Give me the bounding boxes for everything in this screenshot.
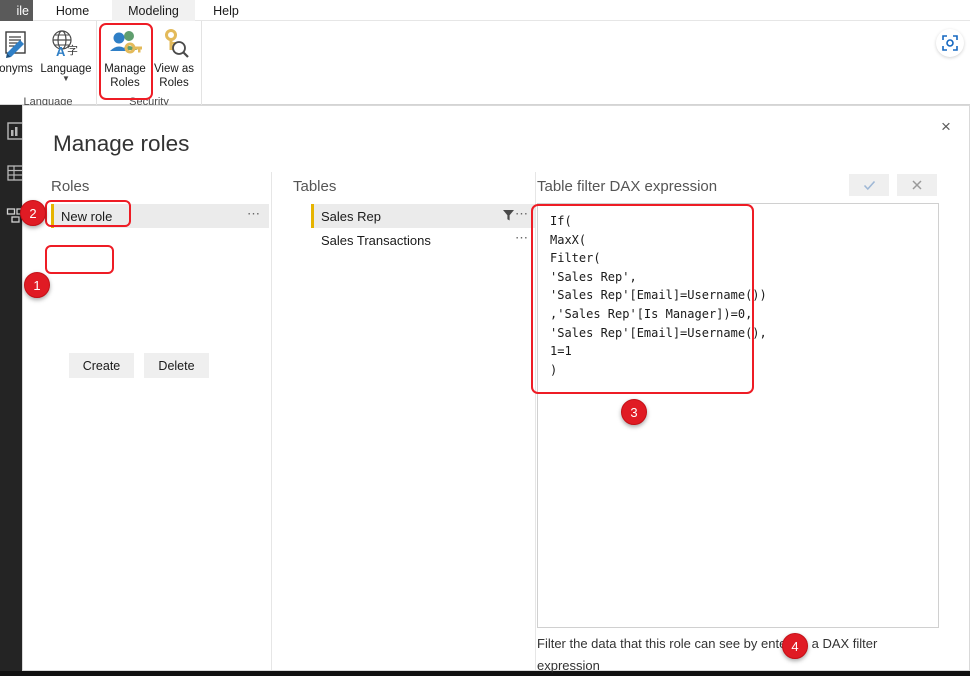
role-item-overflow-icon[interactable]: ⋯ <box>247 206 261 222</box>
table-item-overflow-icon[interactable]: ⋯ <box>515 206 529 222</box>
role-list-item[interactable]: New role ⋯ <box>51 204 269 228</box>
annotation-badge-3: 3 <box>621 399 647 425</box>
annotation-badge-1: 1 <box>24 272 50 298</box>
dax-accept-button[interactable] <box>849 174 889 196</box>
ribbon-button-manage-roles-label-line2: Roles <box>110 77 140 89</box>
ribbon-button-language[interactable]: A 字 Language ▼ <box>40 26 92 98</box>
tab-file[interactable]: ile <box>0 0 33 21</box>
power-bi-window: ile Home Modeling Help Language Security <box>0 0 970 676</box>
ribbon-button-manage-roles[interactable]: Manage Roles <box>100 26 150 98</box>
ribbon-body: Language Security onyms A 字 Language ▼ M… <box>0 21 970 108</box>
table-item-label: Sales Transactions <box>321 232 431 248</box>
dax-help-text: Filter the data that this role can see b… <box>537 633 937 676</box>
roles-column-header: Roles <box>51 178 90 195</box>
ribbon-button-manage-roles-label-line1: Manage <box>104 63 146 75</box>
view-as-roles-icon <box>158 26 190 62</box>
dax-reject-button[interactable] <box>897 174 937 196</box>
filter-funnel-icon[interactable] <box>502 209 515 225</box>
svg-text:字: 字 <box>67 43 78 57</box>
dax-column-header: Table filter DAX expression <box>537 178 718 195</box>
annotation-badge-4: 4 <box>782 633 808 659</box>
tables-column-header: Tables <box>293 178 337 195</box>
dax-expression-editor[interactable]: If( MaxX( Filter( 'Sales Rep', 'Sales Re… <box>537 203 939 628</box>
role-item-label: New role <box>61 208 113 224</box>
table-list-item[interactable]: Sales Transactions ⋯ <box>311 228 535 252</box>
ribbon-tab-bar: ile Home Modeling Help <box>0 0 970 21</box>
tab-help[interactable]: Help <box>195 0 257 21</box>
dialog-title: Manage roles <box>53 131 190 156</box>
tab-home[interactable]: Home <box>33 0 112 21</box>
ribbon-button-synonyms-label: onyms <box>0 63 33 75</box>
manage-roles-dialog: × Manage roles Roles New role ⋯ Create D… <box>22 105 970 673</box>
column-divider-roles-tables <box>271 172 272 670</box>
table-list-item[interactable]: Sales Rep ⋯ <box>311 204 535 228</box>
annotation-badge-2: 2 <box>20 200 46 226</box>
ribbon-button-view-as-roles[interactable]: View as Roles <box>150 26 198 98</box>
manage-roles-icon <box>108 26 142 62</box>
snip-capture-icon[interactable] <box>936 29 964 57</box>
language-globe-icon: A 字 <box>50 26 82 62</box>
role-selected-accent <box>51 204 54 228</box>
delete-role-button[interactable]: Delete <box>144 353 209 378</box>
dax-help-line-1: Filter the data that this role can see b… <box>537 636 878 673</box>
create-role-button[interactable]: Create <box>69 353 134 378</box>
table-item-label: Sales Rep <box>321 208 381 224</box>
svg-text:A: A <box>56 44 66 59</box>
chevron-down-icon[interactable]: ▼ <box>62 75 70 83</box>
table-selected-accent <box>311 204 314 228</box>
synonyms-icon <box>1 26 31 62</box>
ribbon-button-view-as-roles-label-line2: Roles <box>159 77 189 89</box>
column-divider-tables-dax <box>535 172 536 670</box>
close-icon[interactable]: × <box>933 114 959 140</box>
dax-expression-text: If( MaxX( Filter( 'Sales Rep', 'Sales Re… <box>550 214 767 377</box>
table-item-overflow-icon[interactable]: ⋯ <box>515 230 529 246</box>
ribbon-button-view-as-roles-label-line1: View as <box>153 63 195 75</box>
tab-modeling[interactable]: Modeling <box>112 0 195 21</box>
ribbon-button-synonyms[interactable]: onyms <box>0 26 42 98</box>
